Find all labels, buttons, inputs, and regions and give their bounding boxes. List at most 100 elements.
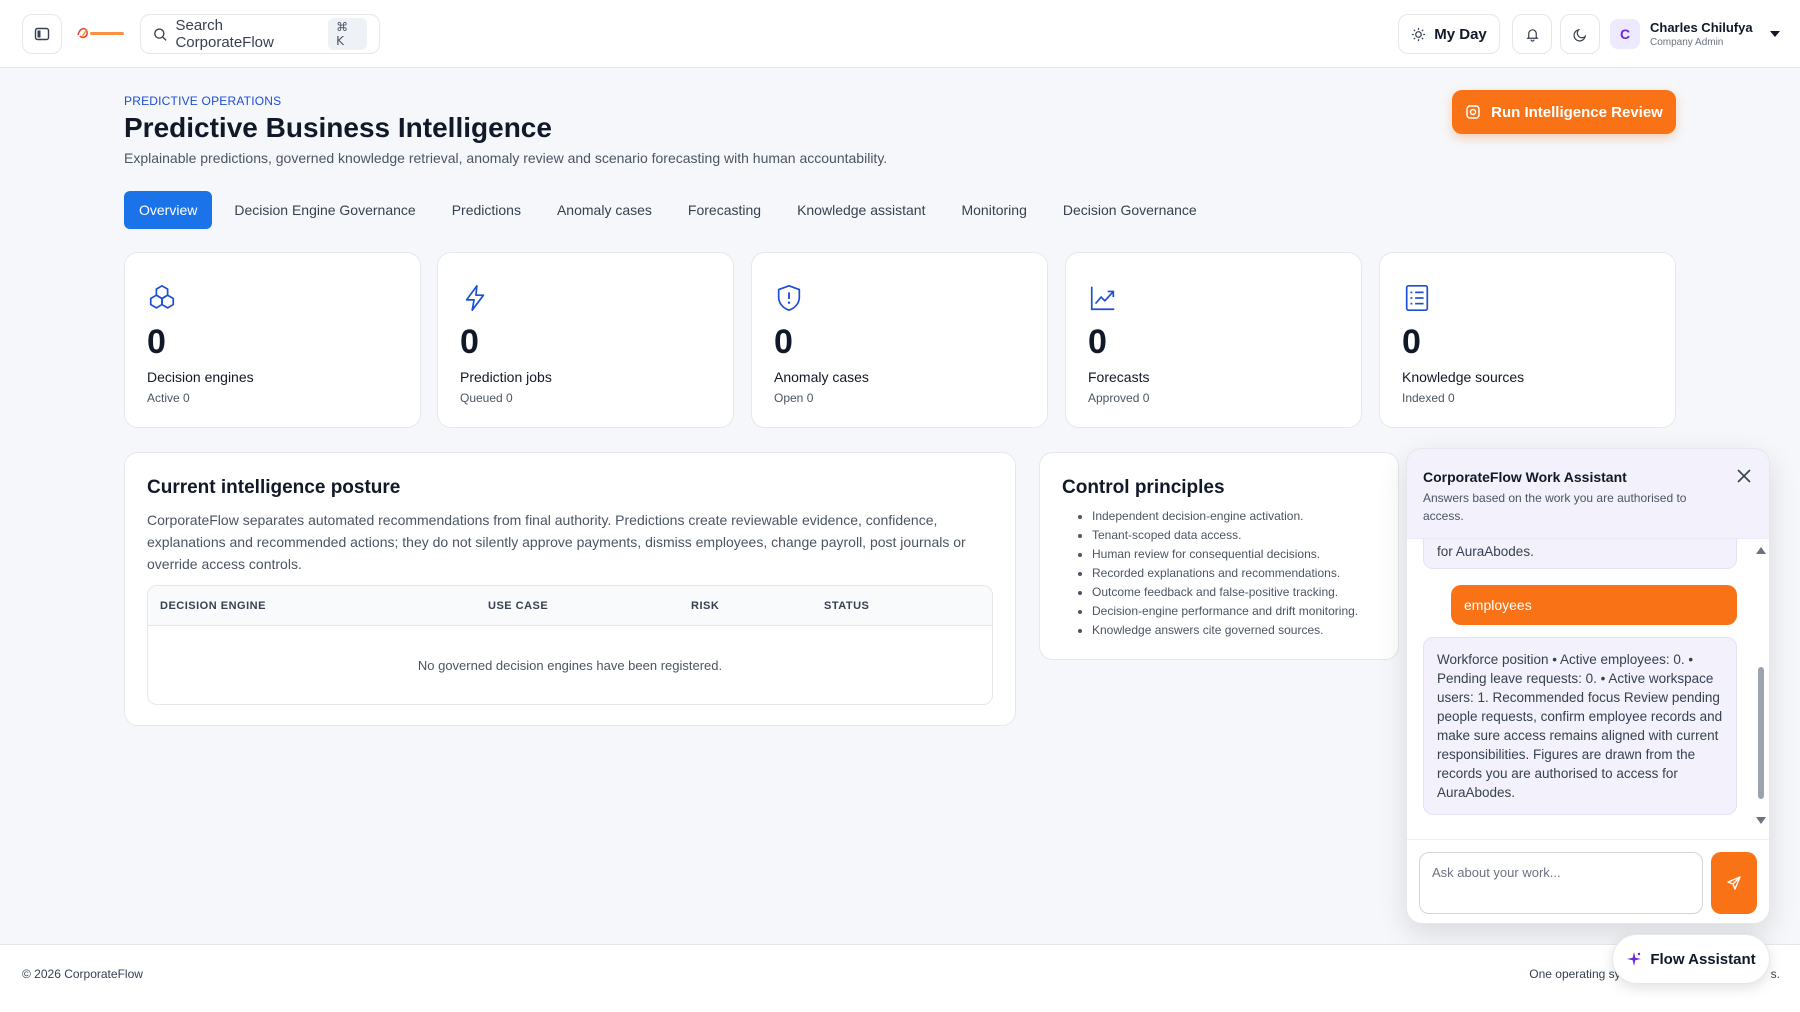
tab-predictions[interactable]: Predictions	[434, 191, 539, 229]
moon-icon	[1572, 28, 1586, 42]
intelligence-posture-card: Current intelligence posture CorporateFl…	[124, 452, 1016, 726]
scroll-up-icon[interactable]	[1756, 547, 1766, 554]
assistant-header: CorporateFlow Work Assistant Answers bas…	[1407, 449, 1769, 539]
sun-icon	[1412, 27, 1426, 41]
list-item: Outcome feedback and false-positive trac…	[1092, 583, 1358, 602]
kpi-sub: Active 0	[147, 391, 190, 405]
assistant-composer	[1407, 839, 1769, 923]
kpi-card-decision-engines: 0 Decision engines Active 0	[124, 252, 421, 428]
work-assistant-panel: CorporateFlow Work Assistant Answers bas…	[1406, 448, 1770, 924]
chevron-down-icon	[1770, 31, 1780, 37]
tab-anomaly-cases[interactable]: Anomaly cases	[539, 191, 670, 229]
kpi-value: 0	[1088, 323, 1107, 361]
cubes-icon	[149, 284, 175, 309]
kpi-label: Anomaly cases	[774, 369, 869, 385]
run-intelligence-review-button[interactable]: Run Intelligence Review	[1452, 90, 1676, 134]
my-day-button[interactable]: My Day	[1398, 14, 1500, 54]
run-button-label: Run Intelligence Review	[1491, 103, 1663, 121]
column-header-decision-engine[interactable]: DECISION ENGINE	[160, 600, 266, 612]
user-name: Charles Chilufya	[1650, 20, 1753, 35]
list-item: Decision-engine performance and drift mo…	[1092, 602, 1358, 621]
close-assistant-button[interactable]	[1733, 465, 1755, 487]
control-principles-list: Independent decision-engine activation. …	[1092, 507, 1358, 640]
kpi-value: 0	[460, 323, 479, 361]
bell-icon	[1525, 28, 1539, 42]
kpi-label: Knowledge sources	[1402, 369, 1525, 385]
assistant-input[interactable]	[1419, 852, 1703, 914]
assistant-messages[interactable]: for AuraAbodes. employees Workforce posi…	[1407, 539, 1769, 839]
scroll-down-icon[interactable]	[1756, 817, 1766, 824]
document-list-icon	[1405, 284, 1429, 312]
tab-overview[interactable]: Overview	[124, 191, 213, 229]
posture-title: Current intelligence posture	[147, 477, 401, 498]
review-icon	[1466, 105, 1480, 119]
sparkle-icon	[1627, 952, 1642, 966]
search-icon	[154, 27, 167, 41]
kpi-value: 0	[774, 323, 793, 361]
list-item: Independent decision-engine activation.	[1092, 507, 1358, 526]
theme-toggle-button[interactable]	[1560, 14, 1600, 54]
kpi-card-knowledge-sources: 0 Knowledge sources Indexed 0	[1379, 252, 1676, 428]
kpi-sub: Open 0	[774, 391, 814, 405]
shield-alert-icon	[777, 284, 801, 312]
control-principles-title: Control principles	[1062, 477, 1225, 498]
list-item: Recorded explanations and recommendation…	[1092, 564, 1358, 583]
footer-tagline-end: s.	[1770, 967, 1780, 981]
kpi-value: 0	[147, 323, 166, 361]
kpi-card-anomaly-cases: 0 Anomaly cases Open 0	[751, 252, 1048, 428]
page-subtitle: Explainable predictions, governed knowle…	[124, 150, 888, 166]
send-button[interactable]	[1711, 852, 1757, 914]
flow-assistant-button[interactable]: Flow Assistant	[1612, 934, 1770, 984]
control-principles-card: Control principles Independent decision-…	[1039, 452, 1399, 660]
page-title: Predictive Business Intelligence	[124, 112, 552, 143]
scrollbar-thumb[interactable]	[1758, 667, 1764, 799]
sidebar-toggle-button[interactable]	[22, 14, 62, 54]
kpi-sub: Indexed 0	[1402, 391, 1455, 405]
column-header-use-case[interactable]: USE CASE	[488, 600, 548, 612]
column-header-status[interactable]: STATUS	[824, 600, 869, 612]
flow-assistant-label: Flow Assistant	[1650, 950, 1756, 968]
search-placeholder: Search CorporateFlow	[175, 17, 274, 51]
kpi-label: Decision engines	[147, 369, 254, 385]
avatar: C	[1610, 19, 1640, 49]
assistant-message: Workforce position • Active employees: 0…	[1423, 637, 1737, 815]
assistant-title: CorporateFlow Work Assistant	[1423, 469, 1627, 485]
tab-forecasting[interactable]: Forecasting	[670, 191, 779, 229]
table-empty-state: No governed decision engines have been r…	[417, 658, 723, 673]
search-shortcut: ⌘ K	[328, 18, 368, 50]
kpi-value: 0	[1402, 323, 1421, 361]
list-item: Human review for consequential decisions…	[1092, 545, 1358, 564]
notifications-button[interactable]	[1512, 14, 1552, 54]
close-icon	[1737, 469, 1751, 483]
kpi-label: Forecasts	[1088, 369, 1150, 385]
tab-bar: Overview Decision Engine Governance Pred…	[124, 191, 1215, 229]
posture-description: CorporateFlow separates automated recomm…	[147, 512, 966, 572]
tab-decision-engine-governance[interactable]: Decision Engine Governance	[216, 191, 433, 229]
kpi-card-prediction-jobs: 0 Prediction jobs Queued 0	[437, 252, 734, 428]
sidebar-toggle-icon	[34, 27, 50, 41]
user-menu[interactable]: C Charles Chilufya Company Admin	[1610, 14, 1780, 54]
footer-tagline-start: One operating sy	[1529, 967, 1621, 981]
tab-decision-governance[interactable]: Decision Governance	[1045, 191, 1215, 229]
user-message: employees	[1451, 585, 1737, 625]
user-role: Company Admin	[1650, 37, 1724, 48]
footer-copyright: © 2026 CorporateFlow	[22, 967, 143, 981]
column-header-risk[interactable]: RISK	[691, 600, 719, 612]
tab-monitoring[interactable]: Monitoring	[943, 191, 1044, 229]
company-logo[interactable]	[76, 24, 126, 42]
top-bar: Search CorporateFlow ⌘ K My Day C Charle…	[0, 0, 1800, 68]
decision-engine-table: DECISION ENGINE USE CASE RISK STATUS No …	[147, 585, 993, 705]
footer: © 2026 CorporateFlow One operating sy s.	[0, 944, 1800, 1012]
logo-mark-icon	[77, 27, 124, 39]
kpi-card-forecasts: 0 Forecasts Approved 0	[1065, 252, 1362, 428]
tab-knowledge-assistant[interactable]: Knowledge assistant	[779, 191, 943, 229]
list-item: Tenant-scoped data access.	[1092, 526, 1358, 545]
trending-up-icon	[1090, 286, 1115, 311]
assistant-message: for AuraAbodes.	[1423, 539, 1737, 569]
list-item: Knowledge answers cite governed sources.	[1092, 621, 1358, 640]
kpi-sub: Queued 0	[460, 391, 513, 405]
search-bar[interactable]: Search CorporateFlow ⌘ K	[140, 14, 380, 54]
assistant-subtitle: Answers based on the work you are author…	[1423, 491, 1687, 523]
lightning-icon	[465, 284, 485, 312]
my-day-label: My Day	[1434, 25, 1487, 43]
